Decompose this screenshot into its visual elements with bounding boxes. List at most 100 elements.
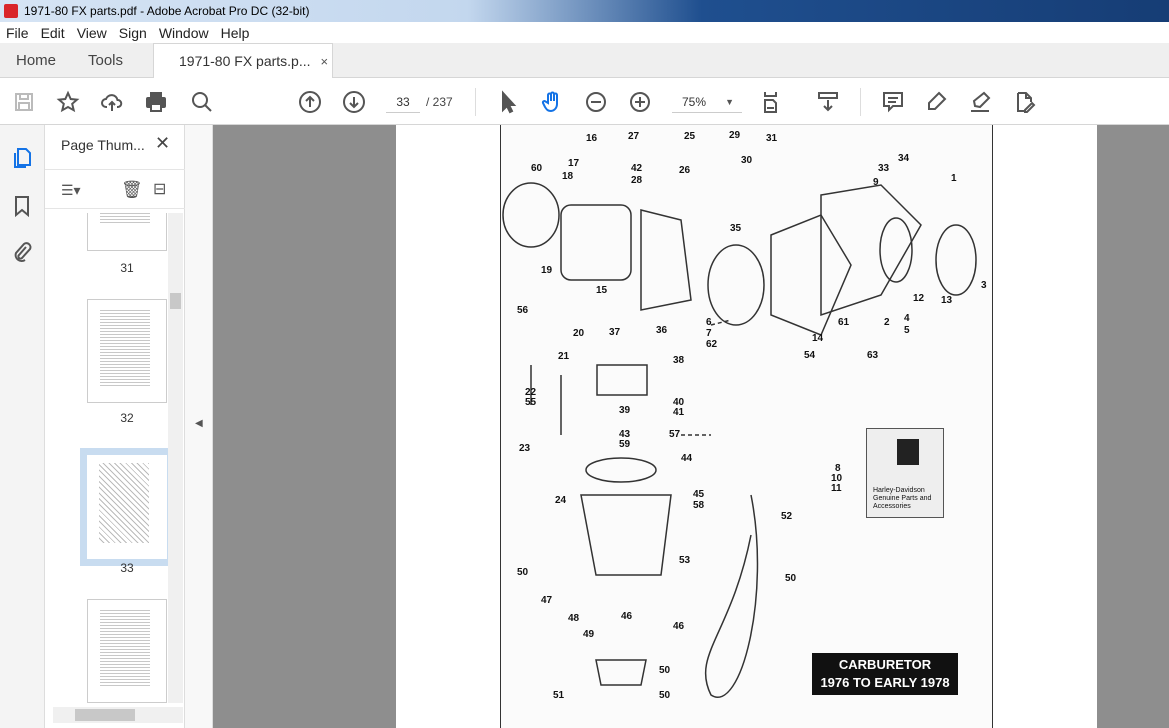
page-total: / 237 — [426, 95, 453, 109]
thumbnail-31[interactable] — [87, 213, 167, 251]
genuine-parts-box: Harley-Davidson Genuine Parts and Access… — [866, 428, 944, 518]
thumbnail-list: 31 32 33 — [45, 213, 168, 703]
callout-number: 26 — [679, 165, 691, 176]
highlight-icon[interactable] — [925, 90, 949, 114]
menu-help[interactable]: Help — [215, 25, 256, 41]
zoom-out-icon[interactable] — [584, 90, 608, 114]
callout-number: 60 — [531, 163, 543, 174]
callout-number: 14 — [812, 333, 824, 344]
callout-number: 19 — [541, 265, 553, 276]
callout-number: 56 — [517, 305, 529, 316]
menu-edit[interactable]: Edit — [35, 25, 71, 41]
callout-number: 4 — [904, 313, 910, 324]
thumbnail-label: 31 — [120, 261, 134, 275]
callout-number: 42 — [631, 163, 643, 174]
page-thumbnails-icon[interactable] — [11, 147, 33, 169]
find-text-icon[interactable] — [190, 90, 214, 114]
thumbnail-label: 33 — [120, 561, 134, 575]
callout-number: 38 — [673, 355, 685, 366]
vertical-scrollbar[interactable] — [168, 213, 183, 703]
edit-pdf-icon[interactable] — [1012, 90, 1036, 114]
callout-number: 54 — [804, 350, 816, 361]
callout-number: 28 — [631, 175, 643, 186]
callout-number: 61 — [838, 317, 850, 328]
tab-document-label: 1971-80 FX parts.p... — [179, 53, 311, 69]
scroll-thumb[interactable] — [75, 709, 135, 721]
callout-number: 11 — [831, 483, 842, 494]
chevron-left-icon[interactable]: ◀ — [195, 418, 203, 429]
menu-window[interactable]: Window — [153, 25, 215, 41]
delete-icon[interactable]: 🗑 — [121, 180, 143, 200]
scroll-mode-icon[interactable] — [816, 90, 840, 114]
thumbnail-33[interactable] — [80, 448, 168, 566]
callout-number: 53 — [679, 555, 691, 566]
comment-icon[interactable] — [881, 90, 905, 114]
horizontal-scrollbar[interactable] — [53, 707, 183, 723]
tab-home[interactable]: Home — [16, 43, 56, 78]
callout-number: 15 — [596, 285, 608, 296]
callout-number: 3 — [981, 280, 987, 291]
bookmark-icon[interactable] — [11, 195, 33, 218]
callout-number: 1 — [951, 173, 957, 184]
document-viewport[interactable]: Harley-Davidson Genuine Parts and Access… — [213, 125, 1169, 728]
box-text: Harley-Davidson Genuine Parts and Access… — [873, 487, 932, 510]
callout-number: 57 — [669, 429, 681, 440]
callout-number: 48 — [568, 613, 580, 624]
callout-number: 50 — [785, 573, 797, 584]
previous-page-icon[interactable] — [298, 90, 322, 114]
scroll-thumb[interactable] — [170, 293, 181, 309]
zoom-in-icon[interactable] — [628, 90, 652, 114]
parts-diagram: Harley-Davidson Genuine Parts and Access… — [500, 125, 993, 728]
callout-number: 35 — [730, 223, 742, 234]
callout-number: 33 — [878, 163, 890, 174]
callout-number: 50 — [659, 690, 671, 701]
callout-number: 59 — [619, 439, 631, 450]
print-icon[interactable] — [144, 90, 168, 114]
collapse-panel-handle[interactable]: ◀ — [185, 125, 213, 728]
window-title: 1971-80 FX parts.pdf - Adobe Acrobat Pro… — [24, 4, 310, 18]
tab-document[interactable]: 1971-80 FX parts.p... × — [153, 43, 333, 78]
insert-page-icon[interactable]: ⊟ — [153, 179, 166, 199]
callout-number: 16 — [586, 133, 598, 144]
callout-number: 13 — [941, 295, 953, 306]
thumbnail-34[interactable] — [87, 599, 167, 703]
next-page-icon[interactable] — [342, 90, 366, 114]
callout-number: 62 — [706, 339, 718, 350]
hand-tool-icon[interactable] — [540, 90, 564, 114]
menu-view[interactable]: View — [71, 25, 113, 41]
callout-number: 50 — [517, 567, 529, 578]
callout-number: 44 — [681, 453, 693, 464]
page-fit-icon[interactable] — [760, 90, 784, 114]
toolbar: 33 / 237 75% ▼ — [0, 78, 1169, 125]
select-cursor-icon[interactable] — [496, 90, 520, 114]
sign-icon[interactable] — [968, 90, 992, 114]
callout-number: 37 — [609, 327, 621, 338]
callout-number: 24 — [555, 495, 567, 506]
tab-bar: Home Tools 1971-80 FX parts.p... × — [0, 43, 1169, 78]
options-menu-icon[interactable]: ☰▾ — [61, 182, 81, 199]
close-panel-icon[interactable]: ✕ — [155, 133, 170, 154]
thumbnail-32[interactable] — [87, 299, 167, 403]
callout-number: 25 — [684, 131, 696, 142]
callout-number: 31 — [766, 133, 778, 144]
callout-number: 46 — [673, 621, 685, 632]
callout-number: 29 — [729, 130, 741, 141]
callout-number: 34 — [898, 153, 910, 164]
callout-number: 17 — [568, 158, 580, 169]
star-icon[interactable] — [56, 90, 80, 114]
menu-file[interactable]: File — [0, 25, 35, 41]
viewport-margin — [1097, 125, 1169, 728]
attachment-icon[interactable] — [11, 241, 33, 263]
callout-number: 45 — [693, 489, 705, 500]
callout-number: 9 — [873, 177, 879, 188]
close-tab-icon[interactable]: × — [321, 54, 329, 69]
tab-tools[interactable]: Tools — [88, 43, 123, 78]
page-number-input[interactable]: 33 — [386, 91, 420, 113]
callout-number: 47 — [541, 595, 553, 606]
upload-cloud-icon[interactable] — [100, 90, 124, 114]
menu-sign[interactable]: Sign — [113, 25, 153, 41]
callout-number: 30 — [741, 155, 753, 166]
zoom-select[interactable]: 75% ▼ — [672, 91, 742, 113]
callout-number: 2 — [884, 317, 890, 328]
save-icon[interactable] — [12, 90, 36, 114]
